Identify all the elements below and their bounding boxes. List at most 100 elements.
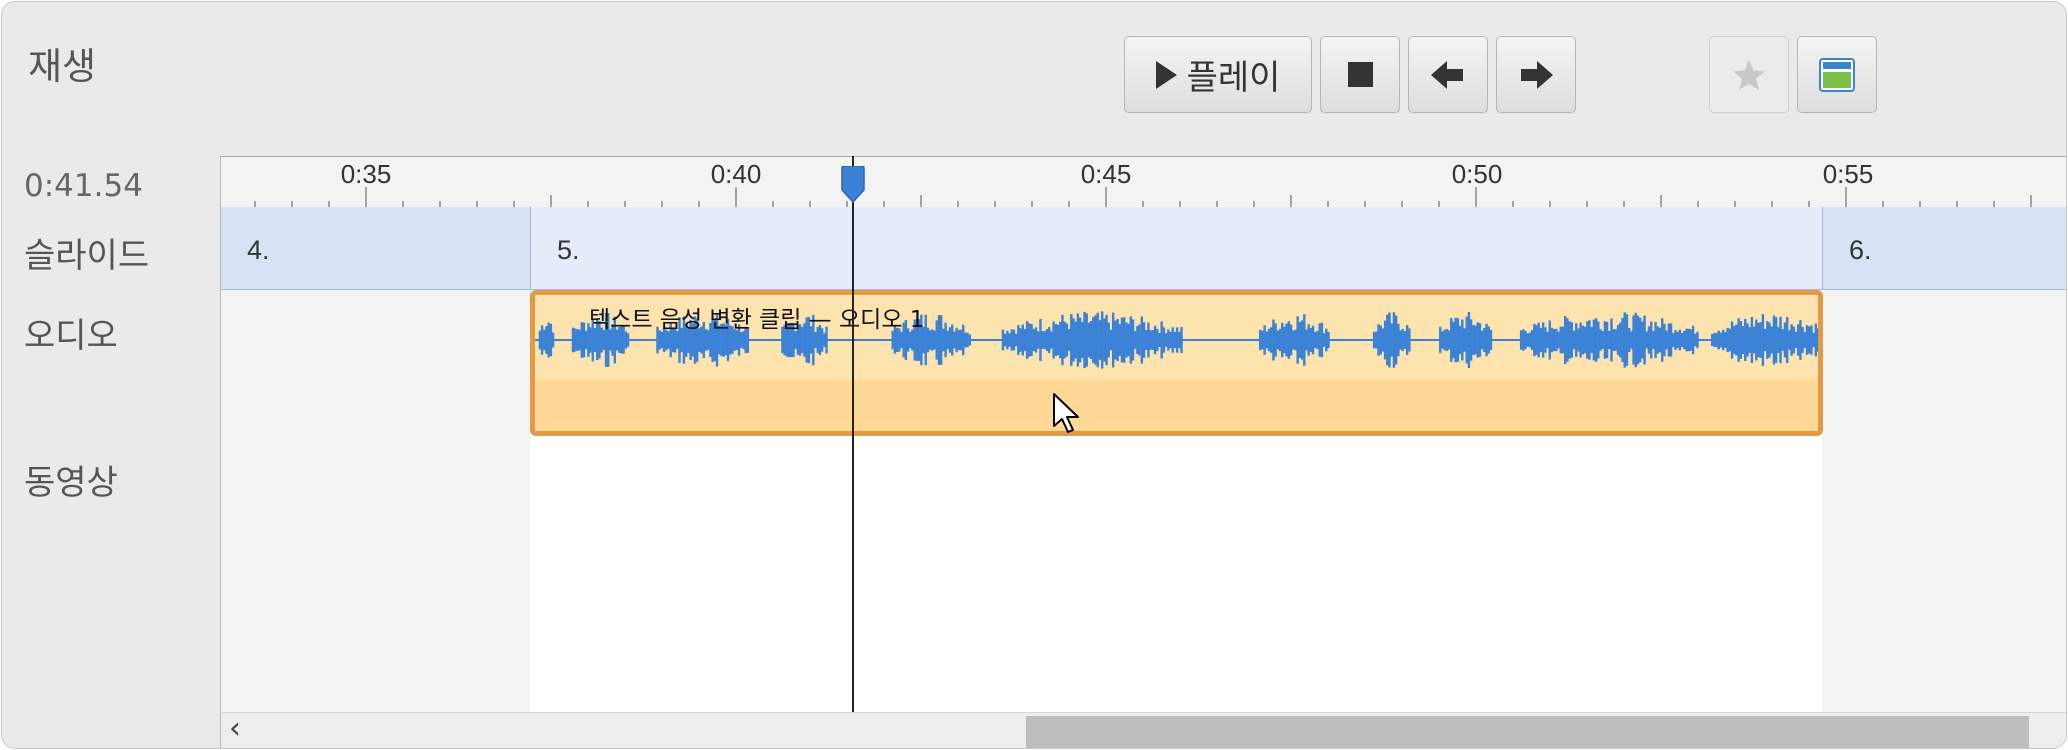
slide-block[interactable]: 4.	[221, 207, 531, 289]
waveform-bar	[1320, 322, 1324, 358]
ruler-label: 0:55	[1822, 159, 1874, 189]
waveform-bar	[1796, 324, 1800, 356]
next-button[interactable]	[1496, 36, 1576, 113]
waveform-bar	[1621, 317, 1624, 363]
waveform-bar	[1379, 325, 1382, 355]
waveform-bar	[1561, 326, 1565, 354]
waveform-bar	[1041, 331, 1044, 349]
timeline[interactable]: 0:35 0:40 0:45 0:50 0:55 4. 5. 6. 텍스트 음성…	[220, 156, 2066, 748]
slide-number: 4.	[247, 235, 270, 265]
waveform-bar	[1399, 330, 1402, 350]
horizontal-scrollbar[interactable]: ‹	[221, 711, 2066, 748]
waveform-bar	[1730, 321, 1734, 359]
waveform-bar	[1309, 328, 1313, 352]
waveform-bar	[1037, 331, 1040, 349]
waveform-bar	[1603, 321, 1607, 359]
waveform-bar	[1158, 332, 1161, 348]
waveform-bar	[1263, 325, 1266, 355]
waveform-bar	[1777, 327, 1780, 353]
waveform-bar	[939, 315, 943, 365]
panel-title: 재생	[28, 45, 97, 88]
waveform-bar	[1759, 322, 1762, 358]
waveform-bar	[1012, 329, 1016, 351]
waveform-bar	[1594, 318, 1598, 362]
waveform-bar	[955, 327, 958, 353]
waveform-bar	[1034, 327, 1038, 353]
waveform-bar	[937, 315, 941, 365]
waveform-bar	[1149, 330, 1152, 350]
waveform-bar	[1683, 330, 1686, 350]
waveform-bar	[1388, 312, 1391, 368]
waveform-bar	[1572, 330, 1576, 350]
waveform-bar	[1267, 328, 1271, 352]
waveform-bar	[957, 329, 961, 351]
waveform-bar	[1680, 332, 1684, 348]
waveform-bar	[1118, 324, 1121, 356]
slide-block[interactable]: 6.	[1823, 207, 2066, 289]
favorite-button[interactable]	[1709, 36, 1789, 113]
waveform-bar	[1092, 316, 1095, 364]
scrollbar-thumb[interactable]	[1026, 716, 2029, 748]
waveform-bar	[1372, 331, 1376, 349]
waveform-bar	[1114, 320, 1117, 360]
waveform-bar	[1003, 333, 1007, 347]
waveform-bar	[1812, 332, 1815, 348]
waveform-bar	[1061, 314, 1064, 366]
waveform-bar	[1100, 311, 1104, 369]
waveform-bar	[1599, 329, 1602, 351]
waveform-bar	[1173, 331, 1177, 349]
stop-button[interactable]	[1320, 36, 1400, 113]
waveform-bar	[1131, 319, 1135, 361]
time-ruler[interactable]: 0:35 0:40 0:45 0:50 0:55	[221, 156, 2066, 208]
waveform-bar	[1109, 329, 1113, 351]
play-button[interactable]: 플레이	[1124, 36, 1312, 113]
waveform-bar	[1083, 311, 1086, 369]
waveform-bar	[1316, 330, 1319, 350]
ruler-label: 0:35	[340, 159, 392, 189]
waveform-bar	[942, 328, 945, 352]
waveform-bar	[1289, 324, 1293, 356]
waveform-bar	[1180, 326, 1183, 354]
waveform-bar	[1025, 321, 1029, 359]
waveform-bar	[1087, 322, 1091, 358]
waveform-bar	[1808, 326, 1811, 354]
waveform-bar	[926, 327, 930, 353]
waveform-bar	[1283, 326, 1286, 354]
waveform-bar	[1452, 321, 1455, 359]
waveform-bar	[1105, 314, 1108, 366]
waveform-bar	[1785, 317, 1789, 363]
waveform-bar	[1258, 329, 1262, 351]
waveform-bar	[1377, 324, 1380, 356]
audio-clip[interactable]: 텍스트 음성 변환 클립 — 오디오 1	[530, 290, 1823, 436]
waveform-bar	[1750, 317, 1754, 363]
previous-button[interactable]	[1408, 36, 1488, 113]
waveform-bar	[1691, 325, 1695, 355]
waveform-bar	[1287, 321, 1291, 359]
waveform-bar	[1728, 328, 1732, 352]
waveform-bar	[1588, 320, 1591, 360]
waveform-bar	[1649, 321, 1653, 359]
waveform-bar	[1741, 325, 1745, 355]
waveform-bar	[823, 333, 826, 347]
waveform-bar	[1616, 324, 1620, 356]
waveform-bar	[1541, 322, 1545, 358]
waveform-bar	[1722, 329, 1725, 351]
waveform-bar	[1533, 323, 1536, 357]
scroll-left-arrow-icon[interactable]: ‹	[229, 711, 241, 746]
waveform-bar	[1052, 321, 1055, 359]
layout-panel-icon	[1819, 57, 1855, 92]
waveform-bar	[1526, 333, 1529, 347]
slide-block-selected[interactable]: 5.	[531, 207, 1823, 289]
waveform-bar	[1656, 326, 1660, 354]
waveform-bar	[1401, 329, 1404, 351]
waveform-bar	[1147, 322, 1150, 358]
waveform-bar	[924, 314, 927, 366]
ruler-label: 0:40	[710, 159, 762, 189]
waveform-bar	[1519, 330, 1523, 350]
layout-button[interactable]	[1797, 36, 1877, 113]
playhead-handle[interactable]	[841, 166, 865, 206]
waveform-bar	[1325, 328, 1328, 352]
waveform-bar	[1469, 319, 1473, 361]
waveform-bar	[1537, 322, 1540, 358]
waveform-bar	[1274, 323, 1277, 357]
